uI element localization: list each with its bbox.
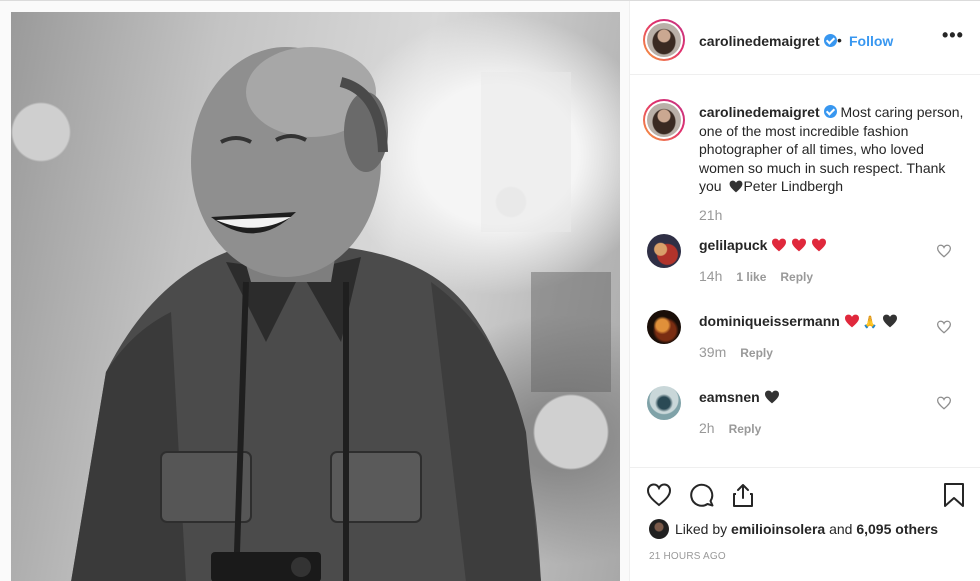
liker-avatar[interactable] <box>649 519 669 539</box>
red-heart-icon <box>772 238 787 252</box>
author-username[interactable]: carolinedemaigret <box>699 33 837 49</box>
caption-avatar[interactable] <box>643 99 685 141</box>
comment-avatar[interactable] <box>647 234 681 268</box>
like-comment-heart-icon[interactable] <box>936 244 952 258</box>
comment-item: dominiqueissermann 🙏 39m Reply <box>630 310 980 380</box>
comment-time: 39m <box>699 344 727 360</box>
comment-meta: 2h Reply <box>699 420 761 436</box>
bookmark-icon[interactable] <box>941 482 967 508</box>
red-heart-icon <box>844 314 859 328</box>
like-comment-heart-icon[interactable] <box>936 396 952 410</box>
comment-username-text[interactable]: gelilapuck <box>699 237 767 253</box>
comment-item: gelilapuck 14h 1 like Reply <box>630 234 980 304</box>
reply-button[interactable]: Reply <box>729 422 762 436</box>
caption-mention: Peter Lindbergh <box>743 178 844 194</box>
author-username-text[interactable]: carolinedemaigret <box>699 33 820 49</box>
liked-by-text: Liked by <box>675 521 732 537</box>
comment-time: 14h <box>699 268 723 284</box>
verified-badge-icon <box>823 105 837 118</box>
black-heart-icon <box>730 180 743 193</box>
red-heart-icon <box>812 238 827 252</box>
follow-button[interactable]: Follow <box>849 33 893 49</box>
post-timestamp: 21 HOURS AGO <box>649 551 726 562</box>
comment-icon[interactable] <box>689 482 715 508</box>
comment-avatar[interactable] <box>647 386 681 420</box>
reply-button[interactable]: Reply <box>780 270 813 284</box>
comment-avatar[interactable] <box>647 310 681 344</box>
comment-username-text[interactable]: eamsnen <box>699 389 760 405</box>
post-photo[interactable] <box>11 12 620 581</box>
caption-username[interactable]: carolinedemaigret <box>699 104 820 120</box>
comment-likes[interactable]: 1 like <box>736 270 766 284</box>
share-icon[interactable] <box>730 482 756 508</box>
post-sidebar: carolinedemaigret • Follow ••• carolined… <box>630 1 980 581</box>
heart-icon[interactable] <box>646 482 672 508</box>
instagram-post: carolinedemaigret • Follow ••• carolined… <box>0 0 980 581</box>
comment-username-text[interactable]: dominiqueissermann <box>699 313 840 329</box>
verified-badge-icon <box>823 34 837 47</box>
comment-meta: 39m Reply <box>699 344 773 360</box>
red-heart-icon <box>792 238 807 252</box>
post-actions: Liked by emilioinsolera and 6,095 others… <box>630 467 980 581</box>
caption-time: 21h <box>699 207 723 223</box>
post-header: carolinedemaigret • Follow ••• <box>630 1 980 75</box>
black-heart-icon <box>882 314 897 328</box>
likes-summary: Liked by emilioinsolera and 6,095 others <box>649 519 938 539</box>
black-heart-icon <box>764 390 779 404</box>
comment-username[interactable]: dominiqueissermann 🙏 <box>699 313 898 329</box>
comment-meta: 14h 1 like Reply <box>699 268 813 284</box>
comments-list[interactable]: carolinedemaigret Most caring person, on… <box>630 76 980 466</box>
liked-by-user[interactable]: emilioinsolera <box>731 521 825 537</box>
reply-button[interactable]: Reply <box>740 346 773 360</box>
like-comment-heart-icon[interactable] <box>936 320 952 334</box>
liked-and-text: and <box>825 521 857 537</box>
header-separator: • <box>837 32 842 48</box>
more-options-icon[interactable]: ••• <box>942 25 964 46</box>
comment-username[interactable]: gelilapuck <box>699 237 827 253</box>
comment-username[interactable]: eamsnen <box>699 389 780 405</box>
folded-hands-icon: 🙏 <box>862 315 878 329</box>
likes-count[interactable]: 6,095 others <box>856 521 938 537</box>
photo-area <box>0 1 630 581</box>
comment-item: eamsnen 2h Reply <box>630 386 980 456</box>
comment-time: 2h <box>699 420 715 436</box>
author-avatar[interactable] <box>643 19 685 61</box>
photo-illustration <box>71 47 611 581</box>
caption-text: carolinedemaigret Most caring person, on… <box>699 103 971 196</box>
